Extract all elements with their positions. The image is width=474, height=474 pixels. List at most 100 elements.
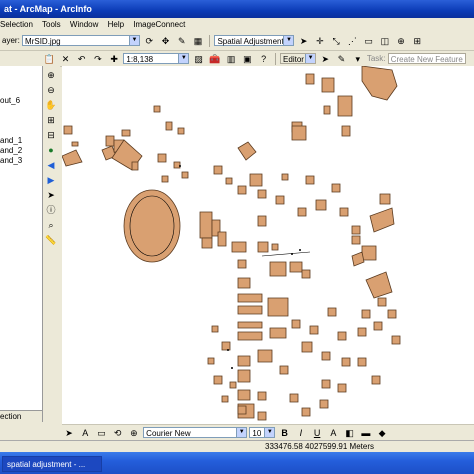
building-feature [369,207,395,233]
sketch-options-icon[interactable]: ▾ [352,53,364,65]
view-link-table-icon[interactable]: ⊞ [411,35,423,47]
toc-layer-and-2[interactable]: and_2 [0,146,22,155]
chevron-down-icon[interactable]: ▼ [178,54,189,64]
fixed-zoom-out-icon[interactable]: ⊟ [45,129,57,141]
add-data-icon[interactable]: ✚ [108,53,120,65]
building-feature [237,369,251,383]
command-line-icon[interactable]: ▣ [241,53,253,65]
zoom-to-element-icon[interactable]: ⊕ [128,427,140,439]
building-feature [131,161,139,171]
zoom-out-icon[interactable]: ⊖ [45,84,57,96]
new-identity-link-icon[interactable]: ⊕ [395,35,407,47]
editor-toolbar-icon[interactable]: ▨ [193,53,205,65]
toc-layer-and-3[interactable]: and_3 [0,156,22,165]
chevron-down-icon[interactable]: ▼ [264,428,275,438]
delete-icon[interactable]: ✕ [59,53,71,65]
previous-extent-icon[interactable]: ◀ [45,159,57,171]
building-feature [257,189,267,199]
catalog-icon[interactable]: ▥ [225,53,237,65]
line-color-icon[interactable]: ▬ [360,427,372,439]
select-elements-icon[interactable]: ➤ [63,427,75,439]
building-feature [301,341,313,353]
next-extent-icon[interactable]: ▶ [45,174,57,186]
sketch-tool-icon[interactable]: ✎ [336,53,348,65]
map-features-canvas [62,66,401,421]
full-extent-icon[interactable]: ● [45,144,57,156]
building-feature [321,351,331,361]
task-dropdown[interactable]: Create New Feature [387,53,466,65]
title-bar: at - ArcMap - ArcInfo [0,0,474,18]
table-of-contents: out_6 and_1 and_2 and_3 [0,66,43,422]
paste-icon[interactable]: 📋 [43,53,55,65]
font-size-dropdown[interactable]: 10 ▼ [249,427,276,439]
menu-window[interactable]: Window [70,20,98,29]
redo-icon[interactable]: ↷ [92,53,104,65]
select-elements-icon[interactable]: ➤ [298,35,310,47]
map-display[interactable] [62,66,474,424]
underline-button[interactable]: U [311,427,323,439]
building-feature [271,243,279,251]
chevron-down-icon[interactable]: ▼ [305,54,316,64]
select-features-icon[interactable]: ➤ [45,189,57,201]
chevron-down-icon[interactable]: ▼ [283,36,294,46]
menu-imageconnect[interactable]: ImageConnect [133,20,185,29]
shift-icon[interactable]: ✥ [160,35,172,47]
rectangle-tool-icon[interactable]: ▭ [95,427,107,439]
text-tool-icon[interactable]: A [79,427,91,439]
editor-menu[interactable]: Editor ▼ [280,53,317,65]
task-label: Task: [366,54,386,63]
building-feature [62,149,83,167]
spatial-adjustment-dropdown[interactable]: Spatial Adjustment ▼ [214,35,295,47]
building-feature [321,379,331,389]
font-dropdown[interactable]: Courier New ▼ [143,427,248,439]
building-feature [361,309,371,319]
new-displacement-link-icon[interactable]: ✛ [314,35,326,47]
help-icon[interactable]: ? [258,53,270,65]
chevron-down-icon[interactable]: ▼ [236,428,247,438]
fixed-zoom-in-icon[interactable]: ⊞ [45,114,57,126]
map-scale-value: 1:8,138 [126,55,154,65]
toc-layer-and-1[interactable]: and_1 [0,136,22,145]
chevron-down-icon[interactable]: ▼ [129,36,140,46]
find-icon[interactable]: ⌕ [45,219,57,231]
building-feature [291,319,301,329]
toc-tab[interactable]: ection [0,410,42,423]
pan-icon[interactable]: ✋ [45,99,57,111]
building-feature [331,183,341,193]
layer-dropdown[interactable]: MrSID.jpg ▼ [22,35,141,47]
multi-link-icon[interactable]: ⋰ [346,35,358,47]
zoom-in-icon[interactable]: ⊕ [45,69,57,81]
link-table-icon[interactable]: ▦ [192,35,204,47]
menu-selection[interactable]: Selection [0,20,33,29]
map-scale-dropdown[interactable]: 1:8,138 ▼ [123,53,190,65]
bold-button[interactable]: B [279,427,291,439]
building-feature [361,245,377,261]
rotate-icon[interactable]: ⟳ [143,35,155,47]
add-control-points-icon[interactable]: ✎ [176,35,188,47]
building-feature [291,125,307,141]
building-feature [391,335,401,345]
building-feature [373,321,383,331]
undo-icon[interactable]: ↶ [76,53,88,65]
building-feature [351,251,365,267]
identify-icon[interactable]: ⓘ [45,204,57,216]
arctoolbox-icon[interactable]: 🧰 [209,53,221,65]
editor-label: Editor [283,55,304,65]
italic-button[interactable]: I [295,427,307,439]
building-feature [257,411,267,421]
taskbar-button-spatial-adjustment[interactable]: spatial adjustment - ... [2,456,102,472]
modify-link-icon[interactable]: ⤡ [330,35,342,47]
edit-tool-icon[interactable]: ➤ [319,53,331,65]
limited-adjustment-icon[interactable]: ◫ [379,35,391,47]
menu-help[interactable]: Help [108,20,124,29]
measure-tool-icon[interactable]: 📏 [45,234,57,246]
building-feature [221,395,229,403]
rotate-element-icon[interactable]: ⟲ [112,427,124,439]
measure-icon[interactable]: ▭ [363,35,375,47]
toc-layer-out-6[interactable]: out_6 [0,96,20,105]
fill-color-icon[interactable]: ◧ [344,427,356,439]
menu-tools[interactable]: Tools [42,20,61,29]
road-line [261,251,311,257]
font-color-button[interactable]: A [327,427,339,439]
marker-color-icon[interactable]: ◆ [376,427,388,439]
